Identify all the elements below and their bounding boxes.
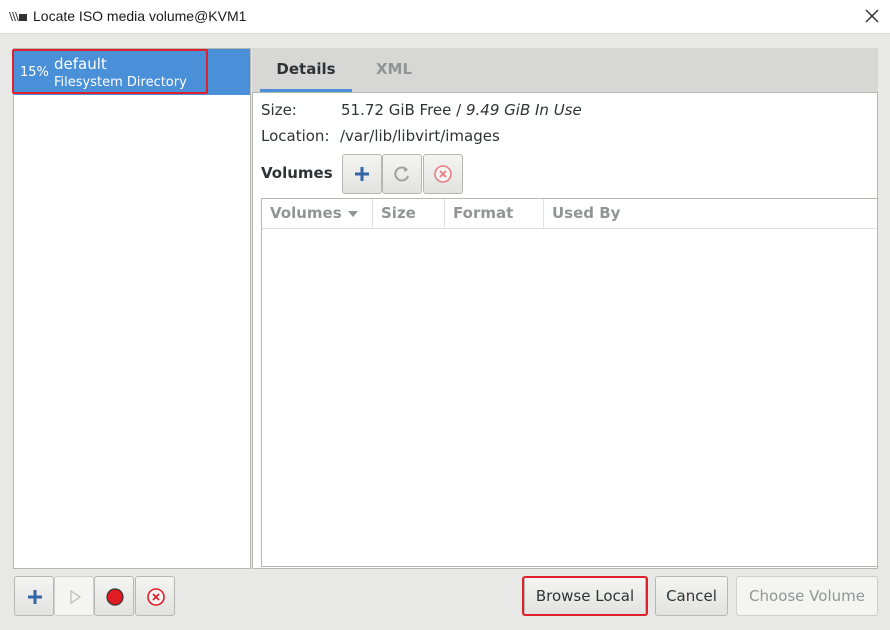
delete-pool-button[interactable] [135,576,175,616]
size-in-use: 9.49 GiB In Use [465,101,582,119]
column-header-used-by[interactable]: Used By [544,199,877,228]
size-free: 51.72 GiB Free [341,101,452,119]
refresh-icon [394,166,409,182]
add-icon [28,590,42,604]
browse-local-button[interactable]: Browse Local [524,576,646,616]
start-pool-button[interactable] [54,576,94,616]
stop-record-icon [106,588,124,606]
sort-descending-icon [347,210,358,217]
cancel-button[interactable]: Cancel [655,576,728,616]
add-icon [355,167,369,181]
delete-icon [147,588,165,606]
size-value: 51.72 GiB Free / 9.49 GiB In Use [341,101,582,119]
stop-pool-button[interactable] [94,576,134,616]
delete-volume-button[interactable] [423,154,463,194]
location-label: Location: [261,127,330,145]
pool-usage-percent: 15% [20,65,49,80]
size-label: Size: [261,101,297,119]
column-header-size[interactable]: Size [373,199,445,228]
details-panel: Size: 51.72 GiB Free / 9.49 GiB In Use L… [252,93,878,569]
pool-type: Filesystem Directory [54,75,187,90]
title-bar: Locate ISO media volume@KVM1 [0,0,890,34]
volumes-table-header: Volumes Size Format Used By [262,199,877,229]
column-header-volumes[interactable]: Volumes [262,199,373,228]
column-header-format[interactable]: Format [445,199,544,228]
add-volume-button[interactable] [342,154,382,194]
tab-xml[interactable]: XML [362,48,426,92]
delete-icon [434,165,452,183]
choose-volume-button[interactable]: Choose Volume [736,576,878,616]
window-title: Locate ISO media volume@KVM1 [33,8,247,24]
play-icon [70,589,82,605]
close-icon[interactable] [862,6,882,26]
refresh-volumes-button[interactable] [382,154,422,194]
pool-name: default [54,55,107,73]
tab-bar: Details XML [252,48,878,93]
virt-manager-icon [9,12,27,21]
storage-pool-list[interactable]: 15% default Filesystem Directory [13,48,251,569]
pool-item-default[interactable]: 15% default Filesystem Directory [14,49,250,95]
add-pool-button[interactable] [14,576,54,616]
size-separator: / [451,101,466,119]
tab-details[interactable]: Details [260,48,352,92]
volumes-table[interactable]: Volumes Size Format Used By [261,198,878,567]
location-value: /var/lib/libvirt/images [340,127,500,145]
volumes-label: Volumes [261,164,333,182]
